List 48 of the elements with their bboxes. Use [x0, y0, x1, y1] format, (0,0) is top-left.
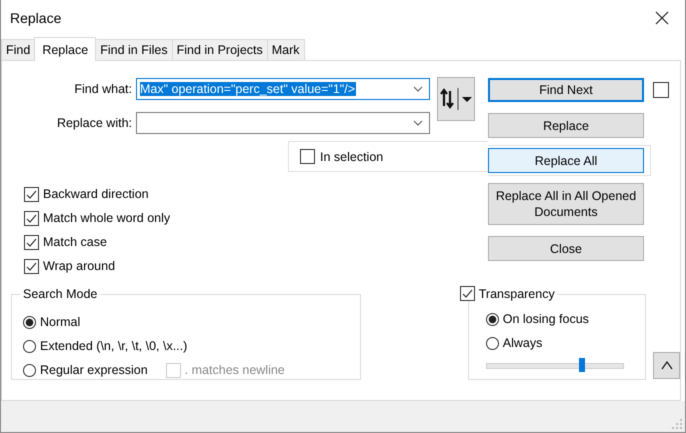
checkbox-label: Match case — [43, 235, 107, 249]
checkbox[interactable] — [24, 234, 39, 250]
swap-dropdown-button[interactable] — [437, 77, 475, 121]
group-title: Search Mode — [20, 287, 100, 301]
checkbox-label: In selection — [320, 150, 384, 164]
radio-button[interactable] — [486, 336, 499, 350]
replace-all-button[interactable]: Replace All — [488, 148, 644, 173]
field-label: Find what: — [73, 82, 132, 96]
resize-grip-icon[interactable] — [672, 419, 682, 429]
close-icon[interactable] — [655, 11, 669, 25]
radio-label: Always — [502, 336, 542, 350]
checkbox[interactable] — [24, 258, 39, 274]
collapse-button[interactable] — [653, 352, 680, 379]
tab[interactable]: Find in Files — [95, 39, 173, 60]
checkbox-label: Transparency — [478, 286, 555, 300]
slider-thumb[interactable] — [578, 358, 585, 372]
radio-button[interactable] — [23, 364, 36, 376]
checkbox-label: Backward direction — [43, 187, 149, 201]
checkbox-label: . matches newline — [184, 363, 285, 377]
checkbox[interactable] — [653, 82, 669, 98]
dialog-button[interactable]: Replace All in All Opened Documents — [488, 183, 644, 225]
window-title: Replace — [10, 10, 62, 26]
radio-label: On losing focus — [502, 312, 589, 326]
radio-label: Normal — [40, 315, 80, 329]
caret-up-icon — [660, 361, 673, 370]
checkbox-label: Match whole word only — [43, 211, 170, 225]
chevron-down-icon[interactable] — [413, 120, 423, 126]
field-label: Replace with: — [56, 116, 132, 130]
radio-button[interactable] — [23, 316, 36, 328]
find-next-button[interactable]: Find Next — [488, 78, 644, 102]
tab[interactable]: Replace — [34, 37, 96, 61]
find-what-combo[interactable]: Max" operation="perc_set" value="1"/> — [136, 78, 430, 100]
tab[interactable]: Find in Projects — [172, 39, 268, 60]
tab[interactable]: Find — [1, 39, 36, 60]
dialog-button[interactable]: Replace — [488, 113, 644, 138]
radio-label: Regular expression — [40, 363, 148, 377]
checkbox[interactable] — [460, 286, 475, 301]
radio-button[interactable] — [23, 340, 36, 352]
dialog-button[interactable]: Close — [488, 236, 644, 261]
checkbox[interactable] — [300, 149, 315, 164]
radio-button[interactable] — [486, 312, 499, 326]
tab[interactable]: Mark — [266, 39, 305, 60]
radio-label: Extended (\n, \r, \t, \0, \x...) — [40, 339, 188, 353]
replace-with-combo[interactable] — [136, 112, 430, 134]
checkbox-label: Wrap around — [43, 259, 116, 273]
checkbox[interactable] — [24, 210, 39, 226]
checkbox[interactable] — [24, 186, 39, 202]
chevron-down-icon[interactable] — [413, 86, 423, 92]
